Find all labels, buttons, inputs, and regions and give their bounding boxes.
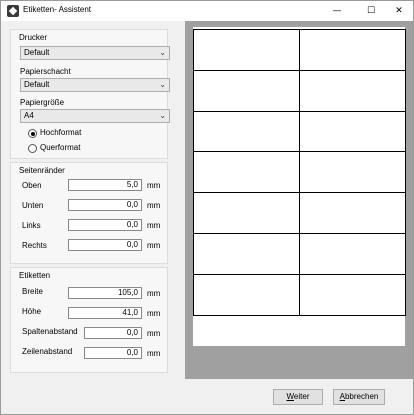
landscape-radio[interactable]: [28, 144, 37, 153]
label-wizard-window: Etiketten- Assistent — ☐ ✕ Drucker Defau…: [0, 0, 414, 415]
label-width-input[interactable]: 105,0: [68, 287, 142, 299]
tray-select[interactable]: Default ⌄: [20, 78, 170, 92]
margin-left-unit: mm: [147, 221, 161, 230]
paper-size-select[interactable]: A4 ⌄: [20, 109, 170, 123]
labels-group-title: Etiketten: [19, 271, 51, 280]
label-width-label: Breite: [22, 287, 43, 296]
cancel-button-label: bbrechen: [344, 392, 379, 401]
label-cell: [299, 110, 406, 153]
landscape-label[interactable]: Querformat: [40, 143, 80, 152]
label-cell: [193, 233, 300, 275]
label-cell: [193, 192, 300, 234]
portrait-label[interactable]: Hochformat: [40, 128, 81, 137]
tray-label: Papierschacht: [20, 67, 71, 76]
labels-group: Etiketten Breite 105,0 mm Höhe 41,0 mm S…: [10, 267, 168, 373]
paper-size-label: Papiergröße: [20, 98, 65, 107]
label-cell: [299, 233, 406, 275]
margin-top-unit: mm: [147, 181, 161, 190]
tray-select-value: Default: [24, 80, 50, 89]
column-gap-unit: mm: [147, 329, 161, 338]
label-height-input[interactable]: 41,0: [68, 307, 142, 319]
label-cell: [193, 110, 300, 153]
chevron-down-icon: ⌄: [159, 80, 166, 89]
maximize-icon[interactable]: ☐: [357, 1, 385, 21]
label-cell: [299, 273, 406, 316]
label-cell: [299, 29, 406, 71]
app-icon: [7, 5, 19, 17]
margin-bottom-label: Unten: [22, 201, 44, 210]
margin-top-input[interactable]: 5,0: [68, 179, 142, 191]
title-bar[interactable]: Etiketten- Assistent — ☐ ✕: [1, 1, 413, 21]
margins-group-title: Seitenränder: [19, 166, 65, 175]
next-button-label: eiter: [293, 392, 310, 401]
row-gap-unit: mm: [147, 349, 161, 358]
margins-group: Seitenränder Oben 5,0 mm Unten 0,0 mm Li…: [10, 162, 168, 264]
margin-left-input[interactable]: 0,0: [68, 219, 142, 231]
margin-right-unit: mm: [147, 241, 161, 250]
label-height-unit: mm: [147, 309, 161, 318]
margin-bottom-unit: mm: [147, 201, 161, 210]
printer-group: Drucker Default ⌄ Papierschacht Default …: [10, 29, 170, 159]
paper-size-select-value: A4: [24, 111, 34, 120]
margin-bottom-input[interactable]: 0,0: [68, 199, 142, 211]
window-title: Etiketten- Assistent: [23, 5, 92, 14]
chevron-down-icon: ⌄: [159, 48, 166, 57]
label-cell: [193, 273, 300, 316]
margin-right-label: Rechts: [22, 241, 47, 250]
label-cell: [193, 69, 300, 112]
label-cell: [193, 29, 300, 71]
printer-group-title: Drucker: [19, 33, 48, 42]
column-gap-input[interactable]: 0,0: [84, 327, 142, 339]
printer-select[interactable]: Default ⌄: [20, 46, 170, 60]
row-gap-input[interactable]: 0,0: [84, 347, 142, 359]
portrait-radio[interactable]: [28, 129, 37, 138]
margin-left-label: Links: [22, 221, 41, 230]
label-cell: [299, 69, 406, 112]
label-cell: [299, 151, 406, 194]
row-gap-label: Zeilenabstand: [22, 347, 73, 356]
column-gap-label: Spaltenabstand: [22, 327, 78, 336]
label-cell: [299, 192, 406, 234]
margin-top-label: Oben: [22, 181, 42, 190]
printer-select-value: Default: [24, 48, 50, 57]
label-width-unit: mm: [147, 289, 161, 298]
next-button[interactable]: Weiter: [273, 389, 323, 405]
minimize-icon[interactable]: —: [323, 1, 351, 21]
margin-right-input[interactable]: 0,0: [68, 239, 142, 251]
preview-page: [193, 27, 406, 346]
next-button-mnemonic: W: [286, 392, 294, 401]
close-icon[interactable]: ✕: [385, 1, 413, 21]
cancel-button[interactable]: Abbrechen: [333, 389, 385, 405]
label-cell: [193, 151, 300, 194]
label-height-label: Höhe: [22, 307, 42, 316]
chevron-down-icon: ⌄: [159, 111, 166, 120]
